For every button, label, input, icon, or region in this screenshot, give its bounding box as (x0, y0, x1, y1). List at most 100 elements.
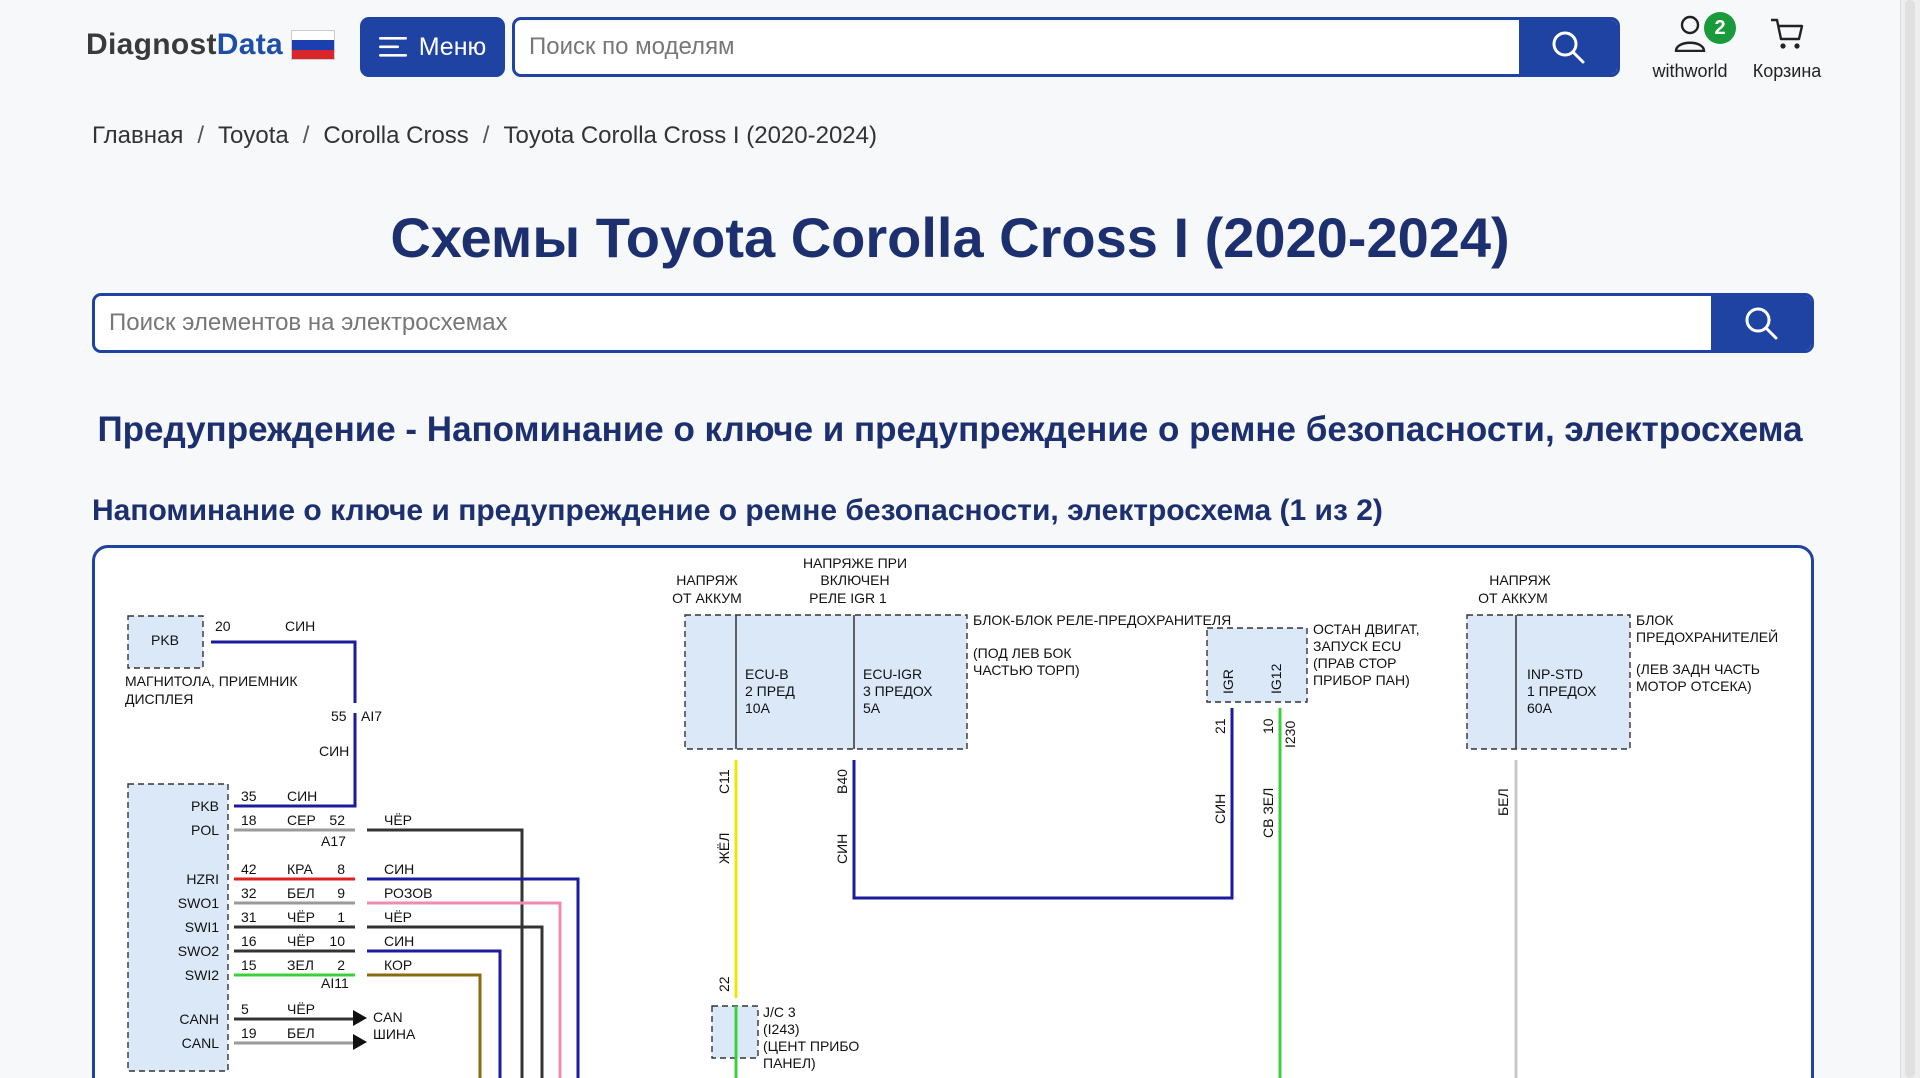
wire-color-label: ЧЁР (384, 812, 412, 828)
connector-label: AI11 (321, 975, 349, 991)
wire-color-label: СИН (287, 788, 317, 804)
diagram-title: Напоминание о ключе и предупреждение о р… (92, 494, 1383, 527)
wire-color-label: СЕР (287, 812, 316, 828)
pin-number: 5 (241, 1001, 249, 1017)
relay-block-label: (ПОД ЛЕВ БОК (973, 645, 1072, 661)
voltage-label: НАПРЯЖЕ ПРИ (803, 555, 907, 571)
user-account[interactable]: 2 withworld (1640, 12, 1740, 82)
search-icon (1745, 307, 1778, 340)
voltage-label: РЕЛЕ IGR 1 (809, 590, 887, 606)
pin-name: SWI2 (185, 967, 219, 983)
fuse-block-label: ПРЕДОХРАНИТЕЛЕЙ (1636, 628, 1778, 645)
cart-label: Корзина (1752, 61, 1822, 81)
search-icon (1552, 31, 1585, 64)
scrollbar-thumb[interactable] (1905, 0, 1915, 1078)
wire-color-label: ЧЁР (384, 909, 412, 925)
can-arrow-icon (353, 1010, 367, 1026)
pin-name: SWO1 (178, 895, 219, 911)
pkb-box-label: PKB (151, 632, 179, 648)
notification-badge: 2 (1704, 12, 1736, 44)
pin-number: 8 (337, 861, 345, 877)
junction-label: J/C 3 (763, 1004, 796, 1020)
breadcrumb-separator: / (302, 122, 310, 149)
user-icon (1674, 15, 1706, 52)
can-arrow-icon (353, 1034, 367, 1050)
pin-number: 21 (1212, 718, 1228, 734)
voltage-label: НАПРЯЖ (1489, 572, 1550, 588)
wire-color-label: КОР (384, 957, 412, 973)
fuse-label: 2 ПРЕД (745, 683, 795, 699)
menu-button[interactable]: Меню (360, 17, 505, 77)
pin-number: 42 (241, 861, 257, 877)
wire-color-label: ЧЁР (287, 909, 315, 925)
wiring-diagram-svg: PKB МАГНИТОЛА, ПРИЕМНИК ДИСПЛЕЯ 20 СИН 5… (125, 555, 1778, 1078)
voltage-label: ОТ АККУМ (1478, 590, 1548, 606)
cart[interactable]: Корзина (1742, 12, 1832, 82)
pin-number: 15 (241, 957, 257, 973)
fuse-block-label: МОТОР ОТСЕКА) (1636, 678, 1752, 694)
wire-color-label: ЧЁР (287, 1001, 315, 1017)
fuse-label: 5A (863, 700, 881, 716)
element-search-input[interactable] (95, 296, 1711, 350)
junction-label: ПАНЕЛ) (763, 1055, 816, 1071)
terminal-label: IG12 (1268, 663, 1284, 694)
engine-ecu-label: ОСТАН ДВИГАТ, (1313, 621, 1420, 637)
breadcrumb-home[interactable]: Главная (92, 122, 183, 150)
fuse-label: 60A (1527, 700, 1553, 716)
connector-label: A17 (321, 833, 346, 849)
wire-color-label: БЕЛ (287, 885, 315, 901)
terminal-label: IGR (1220, 669, 1236, 694)
logo[interactable]: DiagnostData (86, 28, 335, 62)
element-search-button[interactable] (1711, 296, 1811, 350)
wire-color-label: ЗЕЛ (287, 957, 314, 973)
breadcrumb: Главная / Toyota / Corolla Cross / Toyot… (92, 122, 877, 150)
left-pins: PKB 35 СИН POL 18 СЕР HZRI 42 КРА SWO1 32 БЕЛ SWI1 31… (178, 788, 318, 1051)
pin-number: 52 (329, 812, 345, 828)
hamburger-icon (378, 37, 407, 57)
connector-label: I230 (1282, 721, 1298, 748)
fuse-label: INP-STD (1527, 666, 1583, 682)
voltage-label: ВКЛЮЧЕН (820, 572, 889, 588)
pin-number: 16 (241, 933, 257, 949)
fuse-label: 10A (745, 700, 771, 716)
connector-label: C11 (716, 769, 732, 794)
pin-number: 32 (241, 885, 257, 901)
can-bus-label: ШИНА (373, 1026, 416, 1042)
pin-number: 20 (215, 618, 231, 634)
engine-ecu-label: ЗАПУСК ECU (1313, 638, 1401, 654)
wire-color-label: СИН (319, 743, 349, 759)
model-search-button[interactable] (1519, 20, 1617, 74)
pin-number: 55 (331, 708, 347, 724)
breadcrumb-toyota[interactable]: Toyota (218, 122, 289, 150)
logo-text-diagnost: Diagnost (86, 28, 217, 61)
model-search-bar (512, 17, 1620, 77)
pin-number: 31 (241, 909, 257, 925)
element-search-bar (92, 293, 1814, 353)
pin-number: 18 (241, 812, 257, 828)
wiring-diagram[interactable]: PKB МАГНИТОЛА, ПРИЕМНИК ДИСПЛЕЯ 20 СИН 5… (92, 545, 1814, 1078)
voltage-label: ОТ АККУМ (672, 590, 742, 606)
breadcrumb-corolla-cross[interactable]: Corolla Cross (323, 122, 468, 150)
fuse-label: 1 ПРЕДОХ (1527, 683, 1597, 699)
pin-number: 22 (716, 976, 732, 992)
wire (367, 901, 562, 1078)
pin-name: SWI1 (185, 919, 219, 935)
section-title: Предупреждение - Напоминание о ключе и п… (97, 410, 1803, 449)
model-search-input[interactable] (515, 20, 1519, 74)
engine-ecu-label: (ПРАВ СТОР (1313, 655, 1397, 671)
pin-name: CANH (179, 1011, 219, 1027)
wire-color-label: СИН (384, 861, 414, 877)
wire-color-label: ЖЁЛ (716, 833, 732, 864)
fuse-label: ECU-IGR (863, 666, 922, 682)
wire-color-label: СИН (834, 834, 850, 864)
pin-number: 10 (329, 933, 345, 949)
wire-color-label: БЕЛ (1495, 788, 1511, 816)
relay-block-label: ЧАСТЬЮ ТОРП) (973, 662, 1080, 678)
junction-label: (I243) (763, 1021, 800, 1037)
pin-number: 10 (1260, 718, 1276, 734)
wire-color-label: СИН (384, 933, 414, 949)
voltage-label: НАПРЯЖ (676, 572, 737, 588)
pin-number: 2 (337, 957, 345, 973)
can-bus-label: CAN (373, 1009, 403, 1025)
menu-button-label: Меню (418, 32, 487, 61)
